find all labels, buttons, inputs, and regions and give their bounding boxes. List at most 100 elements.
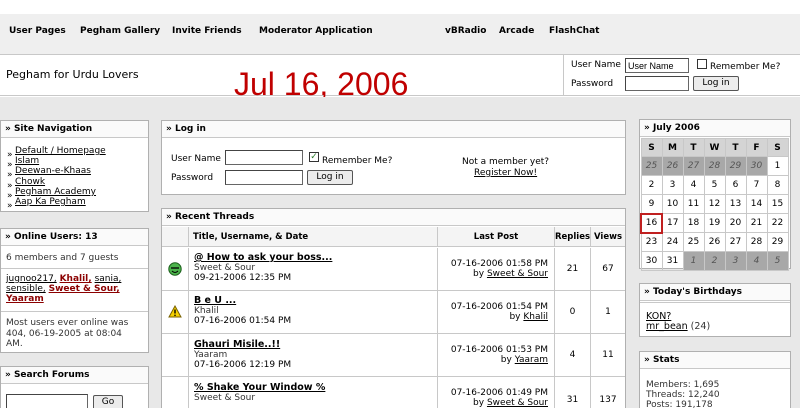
last-post-user[interactable]: Sweet & Sour <box>487 269 548 279</box>
views-count: 67 <box>602 264 614 274</box>
nav-vbradio[interactable]: vBRadio <box>445 26 486 36</box>
calendar-day[interactable]: 29 <box>766 232 789 252</box>
thread-date: 07-16-2006 01:54 PM <box>194 316 292 326</box>
calendar-day[interactable]: 1 <box>766 156 789 176</box>
calendar-day-today[interactable]: 16 <box>640 212 663 234</box>
birthdays-box: » Today's Birthdays KON? mr_bean (24) <box>639 283 791 337</box>
user-sania[interactable]: sania, <box>95 274 122 284</box>
header-password-input[interactable] <box>625 76 689 91</box>
calendar-day[interactable]: 27 <box>724 232 747 252</box>
calendar-day[interactable]: 15 <box>766 194 789 214</box>
table-row: B e U ... Khalil 07-16-2006 01:54 PM 07-… <box>162 291 625 334</box>
header-remember-checkbox[interactable] <box>697 59 707 69</box>
header-divider <box>563 54 564 96</box>
day-header: F <box>745 138 768 157</box>
birthday-mr-bean[interactable]: mr_bean <box>646 321 688 332</box>
thread-title-link[interactable]: Ghauri Misile..!! <box>194 339 280 350</box>
th-title: Title, Username, & Date <box>189 227 438 247</box>
calendar-day[interactable]: 13 <box>724 194 747 214</box>
user-jugnoo217[interactable]: jugnoo217, <box>6 274 57 284</box>
user-sensible[interactable]: sensible, <box>6 284 46 294</box>
last-post-date: 07-16-2006 01:49 PM <box>450 388 548 398</box>
nav-link-default[interactable]: Default / Homepage <box>15 146 106 156</box>
header-username-input[interactable] <box>625 58 689 73</box>
calendar-day[interactable]: 17 <box>661 213 684 233</box>
calendar-header: » July 2006 <box>640 120 790 137</box>
replies-count: 21 <box>555 248 591 290</box>
nav-invite-friends[interactable]: Invite Friends <box>172 26 242 36</box>
last-post-user[interactable]: Sweet & Sour <box>487 398 548 408</box>
not-member-text: Not a member yet? <box>462 157 550 167</box>
calendar-day[interactable]: 4 <box>682 175 705 195</box>
thread-title-link[interactable]: % Shake Your Window % <box>194 382 325 393</box>
th-icon <box>162 227 189 247</box>
calendar-day[interactable]: 2 <box>640 175 663 195</box>
user-sweet-sour[interactable]: Sweet & Sour, <box>49 284 120 294</box>
thread-title-link[interactable]: @ How to ask your boss... <box>194 252 332 263</box>
calendar-day[interactable]: 20 <box>724 213 747 233</box>
nav-link-chowk[interactable]: Chowk <box>15 177 45 187</box>
calendar-day[interactable]: 24 <box>661 232 684 252</box>
header-login-button[interactable]: Log in <box>693 76 739 91</box>
search-go-button[interactable]: Go <box>93 395 123 408</box>
day-header: W <box>703 138 726 157</box>
last-post-user[interactable]: Khalil <box>523 312 548 322</box>
th-views: Views <box>591 227 625 247</box>
login-password-input[interactable] <box>225 170 303 185</box>
recent-threads-header: » Recent Threads <box>162 209 625 226</box>
online-users-header: » Online Users: 13 <box>1 229 148 246</box>
calendar-grid: S M T W T F S 25 26 27 28 29 30 1 2 3 4 … <box>640 138 789 271</box>
calendar-day[interactable]: 5 <box>703 175 726 195</box>
views-count: 137 <box>599 395 617 405</box>
nav-flashchat[interactable]: FlashChat <box>549 26 599 36</box>
nav-link-academy[interactable]: Pegham Academy <box>15 187 96 197</box>
calendar-day[interactable]: 23 <box>640 232 663 252</box>
calendar-day[interactable]: 11 <box>682 194 705 214</box>
site-name: Pegham for Urdu Lovers <box>6 68 139 81</box>
thread-date: 07-16-2006 12:19 PM <box>194 360 292 370</box>
calendar-day[interactable]: 9 <box>640 194 663 214</box>
views-count: 1 <box>605 307 611 317</box>
search-input[interactable] <box>6 394 88 408</box>
calendar-day[interactable]: 10 <box>661 194 684 214</box>
calendar-day[interactable]: 30 <box>640 251 663 271</box>
calendar-day[interactable]: 7 <box>745 175 768 195</box>
calendar-day[interactable]: 31 <box>661 251 684 271</box>
birthdays-header: » Today's Birthdays <box>640 284 790 301</box>
calendar-day[interactable]: 18 <box>682 213 705 233</box>
replies-count: 0 <box>555 291 591 333</box>
nav-user-pages[interactable]: User Pages <box>9 26 66 36</box>
stats-box: » Stats Members: 1,695 Threads: 12,240 P… <box>639 351 791 408</box>
th-replies: Replies <box>555 227 591 247</box>
calendar-day[interactable]: 19 <box>703 213 726 233</box>
calendar-day[interactable]: 22 <box>766 213 789 233</box>
nav-link-aap-ka-pegham[interactable]: Aap Ka Pegham <box>15 197 86 207</box>
calendar-day[interactable]: 25 <box>682 232 705 252</box>
login-submit-button[interactable]: Log in <box>307 170 353 185</box>
register-link[interactable]: Register Now! <box>474 168 537 178</box>
table-row: % Shake Your Window % Sweet & Sour 07-16… <box>162 377 625 408</box>
nav-link-deewan[interactable]: Deewan-e-Khaas <box>15 166 91 176</box>
nav-arcade[interactable]: Arcade <box>499 26 534 36</box>
last-post-user[interactable]: Yaaram <box>515 355 548 365</box>
calendar-day[interactable]: 21 <box>745 213 768 233</box>
calendar-day: 28 <box>703 156 726 176</box>
login-username-input[interactable] <box>225 150 303 165</box>
user-khalil[interactable]: Khalil, <box>60 274 92 284</box>
calendar-day[interactable]: 14 <box>745 194 768 214</box>
nav-link-islam[interactable]: Islam <box>15 156 39 166</box>
calendar-day[interactable]: 6 <box>724 175 747 195</box>
login-username-label: User Name <box>171 154 221 164</box>
table-row: @ How to ask your boss... Sweet & Sour 0… <box>162 248 625 291</box>
calendar-day[interactable]: 26 <box>703 232 726 252</box>
user-yaaram[interactable]: Yaaram <box>6 294 44 304</box>
login-remember-checkbox[interactable]: ✓ <box>309 152 319 162</box>
nav-moderator-application[interactable]: Moderator Application <box>259 26 373 36</box>
nav-pegham-gallery[interactable]: Pegham Gallery <box>80 26 160 36</box>
calendar-day[interactable]: 8 <box>766 175 789 195</box>
calendar-day[interactable]: 12 <box>703 194 726 214</box>
calendar-day[interactable]: 3 <box>661 175 684 195</box>
thread-title-link[interactable]: B e U ... <box>194 295 236 306</box>
calendar-day[interactable]: 28 <box>745 232 768 252</box>
header-username-label: User Name <box>571 60 621 70</box>
